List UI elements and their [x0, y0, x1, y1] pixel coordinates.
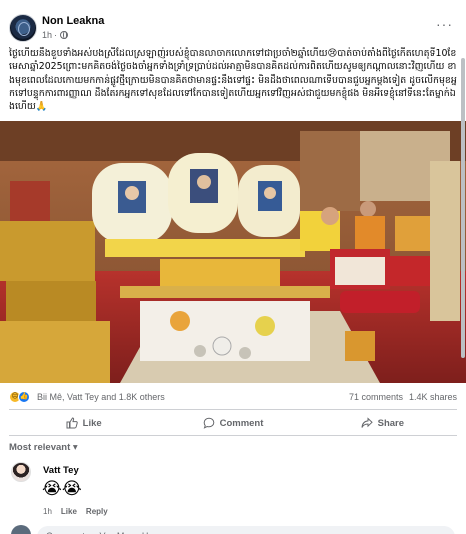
comment-input[interactable]: Comment as Vay Mang Haang — [37, 526, 455, 534]
reaction-names[interactable]: Bii Mê, Vatt Tey and 1.8K others — [37, 392, 165, 402]
share-button[interactable]: Share — [308, 412, 457, 434]
like-icon: 👍 — [18, 391, 30, 403]
share-label: Share — [377, 417, 405, 429]
post-meta: 1h · — [42, 30, 69, 40]
more-options-icon[interactable]: ··· — [436, 16, 453, 32]
post-actions: Like Comment Share — [9, 412, 457, 434]
shares-count[interactable]: 1.4K shares — [409, 392, 457, 402]
comment-time[interactable]: 1h — [43, 507, 52, 516]
memorial-altar-image — [0, 121, 466, 383]
dot-separator: · — [54, 30, 58, 40]
comment-reply-button[interactable]: Reply — [86, 507, 108, 516]
commenter-avatar[interactable] — [11, 462, 31, 482]
comment-sort-label: Most relevant — [9, 442, 71, 453]
chevron-down-icon: ▾ — [72, 442, 78, 453]
write-comment-bar: Comment as Vay Mang Haang — [9, 521, 457, 534]
comment-text: 😭😭 — [42, 479, 82, 499]
scrollbar[interactable] — [461, 58, 465, 358]
divider — [9, 409, 457, 410]
facebook-post: Non Leakna 1h · ··· ថ្ងៃហើយនឹងខួបទាំងអស់… — [0, 0, 466, 534]
comment-icon — [203, 417, 214, 429]
post-photo[interactable] — [0, 121, 466, 383]
comment-label: Comment — [219, 417, 264, 429]
post-header: Non Leakna 1h · ··· — [9, 14, 459, 44]
engagement-counts: 71 comments 1.4K shares — [349, 392, 457, 402]
thumbs-up-icon — [66, 417, 78, 429]
like-button[interactable]: Like — [9, 412, 158, 434]
reactions-summary[interactable]: ☹ 👍 Bii Mê, Vatt Tey and 1.8K others 71 … — [9, 391, 459, 405]
author-avatar[interactable] — [9, 14, 37, 42]
commenter-name[interactable]: Vatt Tey — [43, 465, 79, 476]
reaction-icons: ☹ 👍 — [9, 391, 30, 403]
comment-button[interactable]: Comment — [158, 412, 307, 434]
like-label: Like — [82, 417, 102, 429]
post-caption: ថ្ងៃហើយនឹងខួបទាំងអស់បងស្រីដែលស្រឡាញ់របស់… — [9, 48, 457, 113]
post-time[interactable]: 1h — [42, 30, 52, 40]
comment-sort-dropdown[interactable]: Most relevant ▾ — [9, 442, 78, 453]
author-name[interactable]: Non Leakna — [42, 15, 104, 27]
divider — [9, 435, 457, 436]
comment-actions: 1h Like Reply — [43, 507, 108, 516]
comments-count[interactable]: 71 comments — [349, 392, 403, 402]
globe-icon — [60, 31, 69, 39]
comment-like-button[interactable]: Like — [61, 507, 77, 516]
current-user-avatar[interactable] — [11, 525, 31, 534]
share-icon — [361, 417, 373, 428]
